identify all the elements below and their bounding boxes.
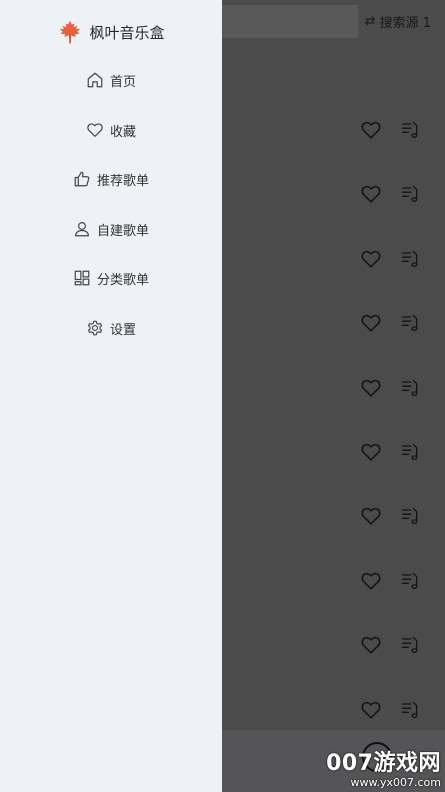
add-to-playlist-icon[interactable] <box>400 570 420 590</box>
heart-icon[interactable] <box>360 441 382 463</box>
add-to-playlist-icon[interactable] <box>400 119 420 139</box>
heart-icon[interactable] <box>360 312 382 334</box>
add-to-playlist-icon[interactable] <box>400 377 420 397</box>
song-row[interactable] <box>222 611 445 675</box>
heart-icon[interactable] <box>360 377 382 399</box>
song-row[interactable] <box>222 418 445 482</box>
heart-icon[interactable] <box>360 634 382 656</box>
nav-item-custom-playlists[interactable]: 自建歌单 <box>0 213 222 245</box>
navigation-drawer: 枫叶音乐盒 首页 收藏 推荐歌单 自建歌单 分类歌单 设置 <box>0 0 222 792</box>
watermark-url: www.yx007.com <box>350 776 441 789</box>
nav-label-settings: 设置 <box>109 322 136 338</box>
heart-icon[interactable] <box>360 119 382 141</box>
heart-icon[interactable] <box>360 570 382 592</box>
nav-label-favorites: 收藏 <box>109 124 136 140</box>
add-to-playlist-icon[interactable] <box>400 441 420 461</box>
add-to-playlist-icon[interactable] <box>400 699 420 719</box>
add-to-playlist-icon[interactable] <box>400 634 420 654</box>
heart-icon[interactable] <box>360 248 382 270</box>
app-window: ⇄ 搜索源 1 007游戏网 www.yx007.com 枫叶音乐盒 首页 收藏… <box>0 0 445 792</box>
song-list <box>222 96 445 740</box>
song-row[interactable] <box>222 96 445 160</box>
home-icon <box>87 72 103 88</box>
add-to-playlist-icon[interactable] <box>400 505 420 525</box>
swap-icon: ⇄ <box>364 14 376 29</box>
nav-label-recommended-playlists: 推荐歌单 <box>96 173 149 189</box>
search-source-label: 搜索源 1 <box>379 16 431 31</box>
heart-icon <box>87 123 103 137</box>
song-row[interactable] <box>222 289 445 353</box>
add-to-playlist-icon[interactable] <box>400 248 420 268</box>
nav-label-category-playlists: 分类歌单 <box>96 272 149 288</box>
nav-item-category-playlists[interactable]: 分类歌单 <box>0 262 222 294</box>
nav-label-custom-playlists: 自建歌单 <box>96 223 149 239</box>
nav-label-home: 首页 <box>109 74 136 90</box>
heart-icon[interactable] <box>360 183 382 205</box>
song-row[interactable] <box>222 482 445 546</box>
heart-icon[interactable] <box>360 699 382 721</box>
user-icon <box>75 222 89 237</box>
watermark-brand: 007游戏网 <box>326 751 441 776</box>
nav-item-settings[interactable]: 设置 <box>0 312 222 344</box>
grid-icon <box>74 270 90 286</box>
maple-leaf-icon <box>60 20 81 44</box>
heart-icon[interactable] <box>360 505 382 527</box>
song-row[interactable] <box>222 354 445 418</box>
add-to-playlist-icon[interactable] <box>400 183 420 203</box>
app-title: 枫叶音乐盒 <box>89 23 165 42</box>
search-input[interactable] <box>222 5 358 38</box>
song-row[interactable] <box>222 225 445 289</box>
nav-item-recommended-playlists[interactable]: 推荐歌单 <box>0 163 222 195</box>
song-row[interactable] <box>222 547 445 611</box>
add-to-playlist-icon[interactable] <box>400 312 420 332</box>
search-source-button[interactable]: ⇄ 搜索源 1 <box>365 12 431 31</box>
gear-icon <box>87 320 103 336</box>
song-row[interactable] <box>222 160 445 224</box>
watermark: 007游戏网 www.yx007.com <box>326 751 441 789</box>
thumbs-up-icon <box>74 171 90 187</box>
nav-item-home[interactable]: 首页 <box>0 64 222 96</box>
drawer-header: 枫叶音乐盒 <box>0 17 222 47</box>
nav-item-favorites[interactable]: 收藏 <box>0 114 222 146</box>
